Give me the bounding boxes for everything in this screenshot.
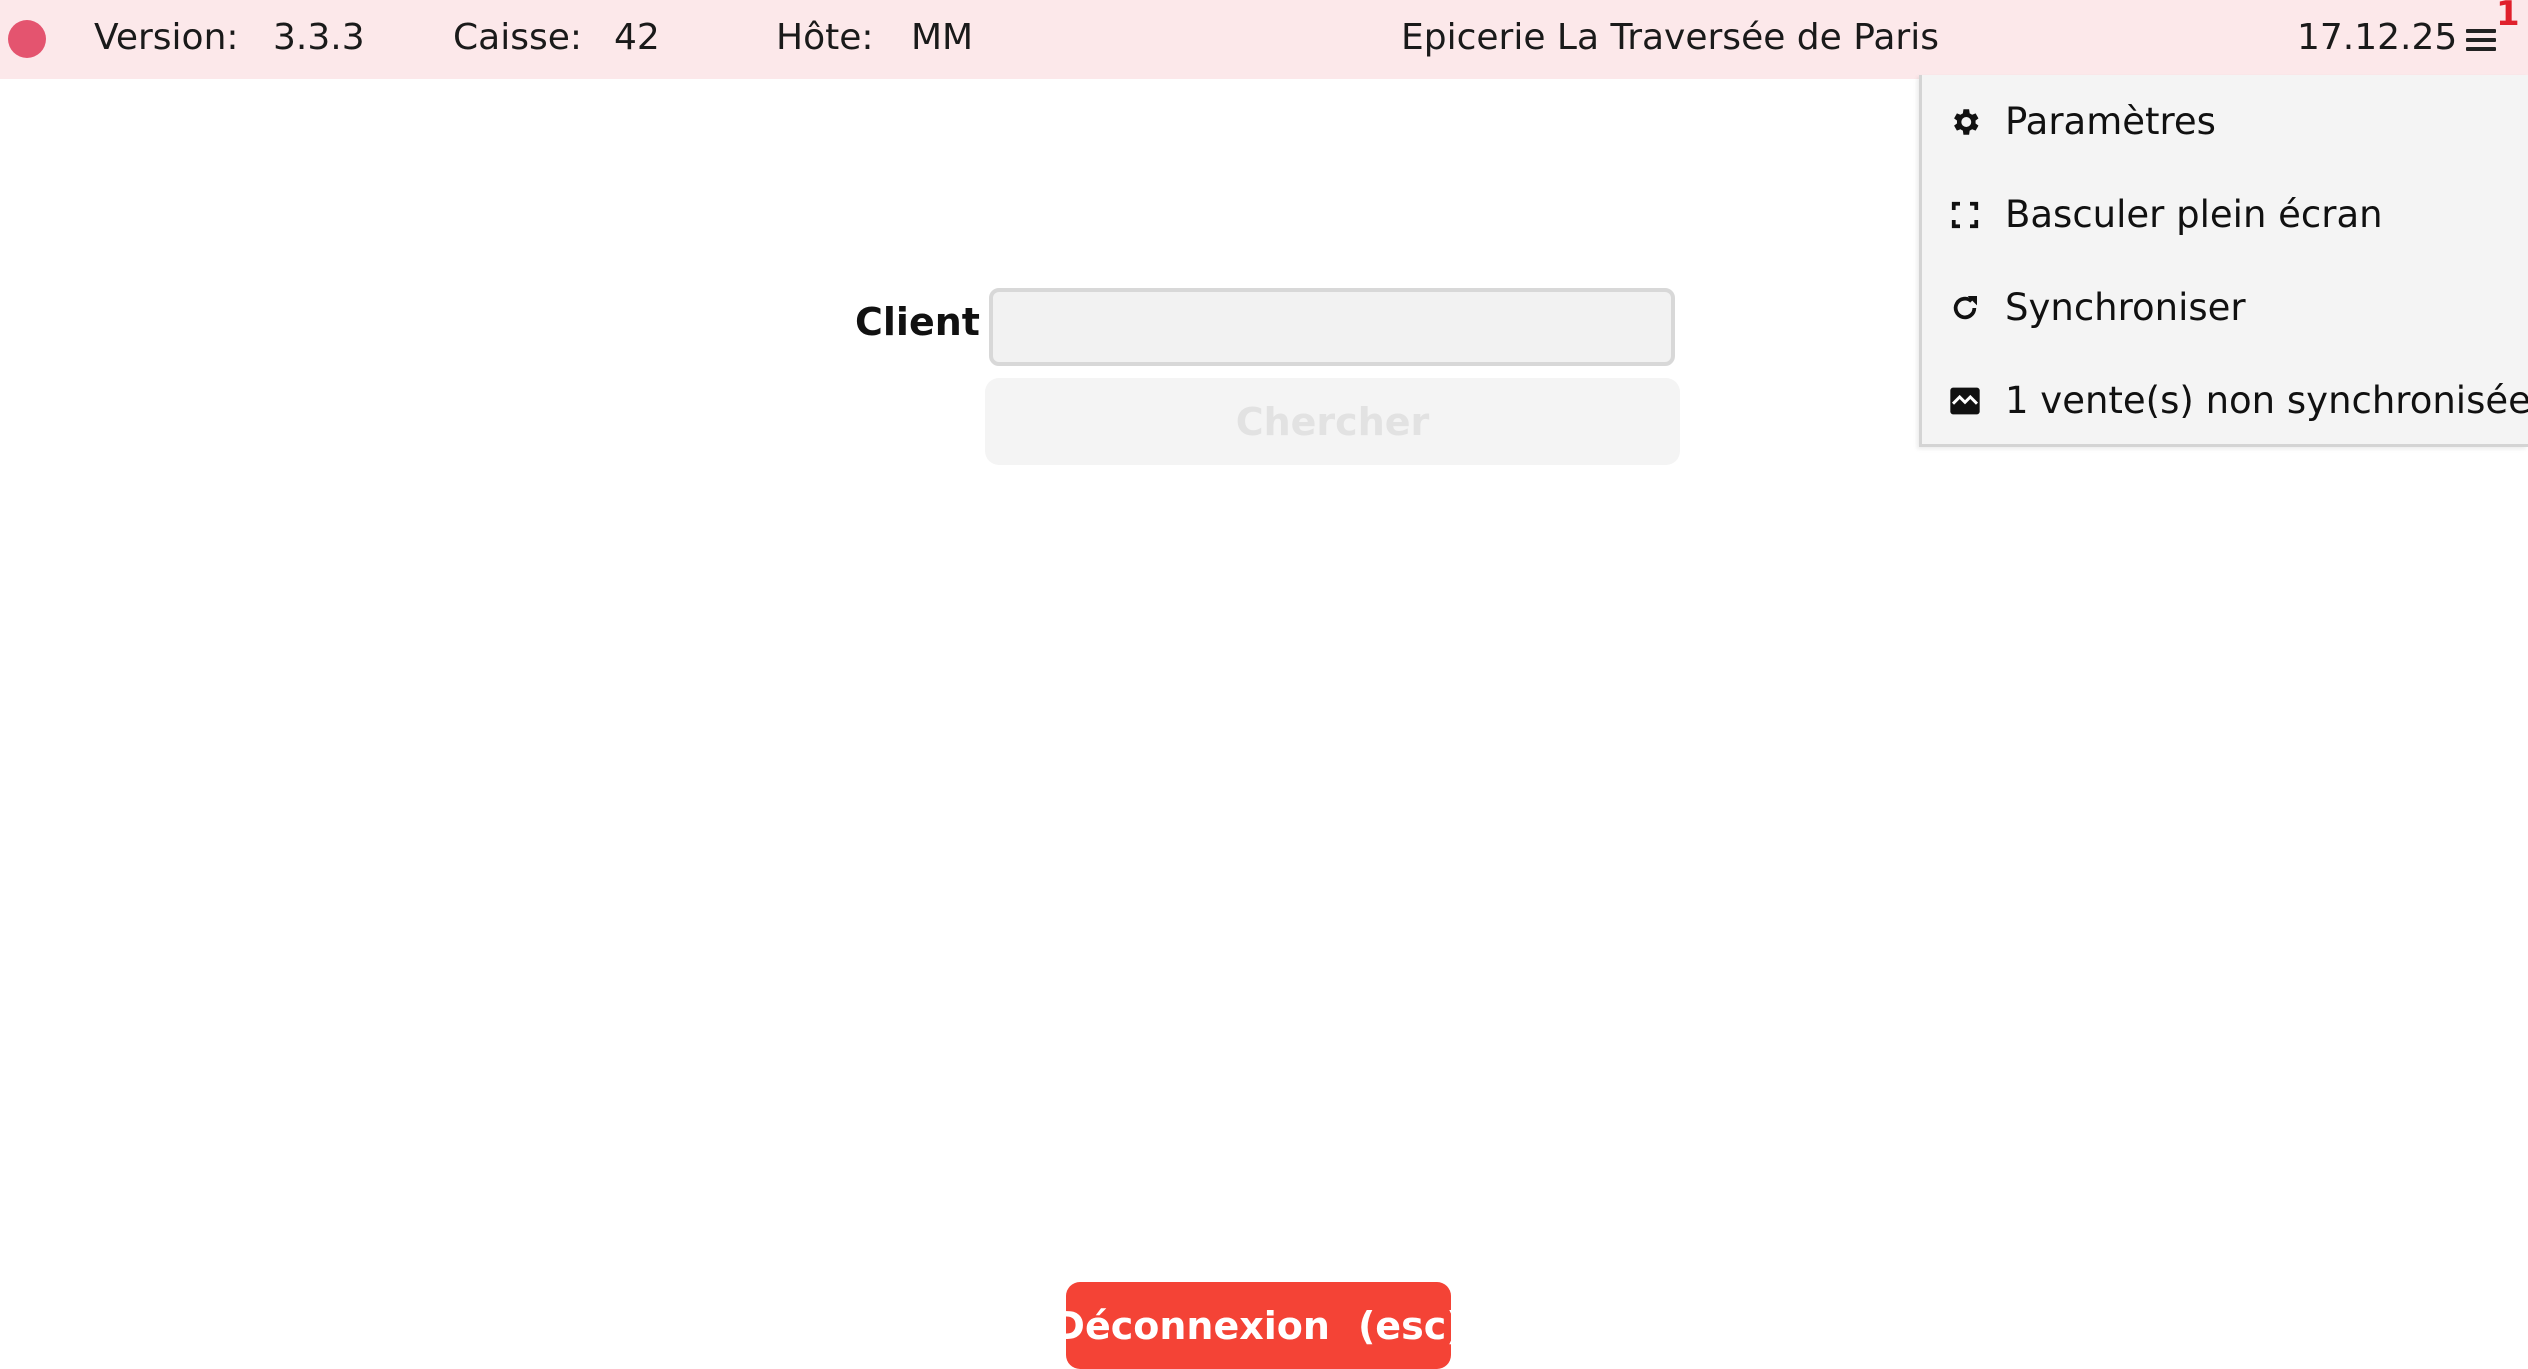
host-value: MM <box>911 17 974 58</box>
client-label: Client <box>855 300 980 344</box>
menu-item-label: Basculer plein écran <box>2005 193 2383 236</box>
store-name: Epicerie La Traversée de Paris <box>1401 17 1939 58</box>
host-label: Hôte: <box>776 17 874 58</box>
refresh-icon <box>1948 291 1982 325</box>
client-input[interactable] <box>989 288 1675 366</box>
search-button[interactable]: Chercher <box>985 378 1680 465</box>
hamburger-icon-bar <box>2466 38 2496 42</box>
menu-item-settings[interactable]: Paramètres <box>1922 75 2528 168</box>
version-label: Version: <box>94 17 239 58</box>
logout-button[interactable]: Déconnexion (esc) <box>1053 1282 1464 1369</box>
connection-status-icon <box>8 20 46 58</box>
gear-icon <box>1948 105 1982 139</box>
register-label: Caisse: <box>453 17 582 58</box>
menu-item-label: 1 vente(s) non synchronisée(s) <box>2005 379 2528 422</box>
hamburger-icon-bar <box>2466 47 2496 51</box>
current-date: 17.12.25 <box>2297 17 2458 58</box>
version-value: 3.3.3 <box>273 17 365 58</box>
main-menu-dropdown: Paramètres Basculer plein écran Synchron… <box>1919 75 2528 447</box>
hamburger-icon <box>2466 29 2496 33</box>
menu-item-fullscreen[interactable]: Basculer plein écran <box>1922 168 2528 261</box>
menu-item-unsynced-sales[interactable]: 1 vente(s) non synchronisée(s) <box>1922 354 2528 447</box>
menu-item-synchronize[interactable]: Synchroniser <box>1922 261 2528 354</box>
fullscreen-icon <box>1948 198 1982 232</box>
menu-item-label: Paramètres <box>2005 100 2216 143</box>
notification-badge: 1 <box>2496 0 2520 34</box>
top-status-bar: Version: 3.3.3 Caisse: 42 Hôte: MM Epice… <box>0 0 2528 79</box>
logout-shortcut: (esc) <box>1357 1303 1464 1348</box>
logout-label: Déconnexion <box>1053 1303 1330 1348</box>
register-value: 42 <box>614 17 660 58</box>
unsynced-sales-icon <box>1948 384 1982 418</box>
menu-item-label: Synchroniser <box>2005 286 2246 329</box>
